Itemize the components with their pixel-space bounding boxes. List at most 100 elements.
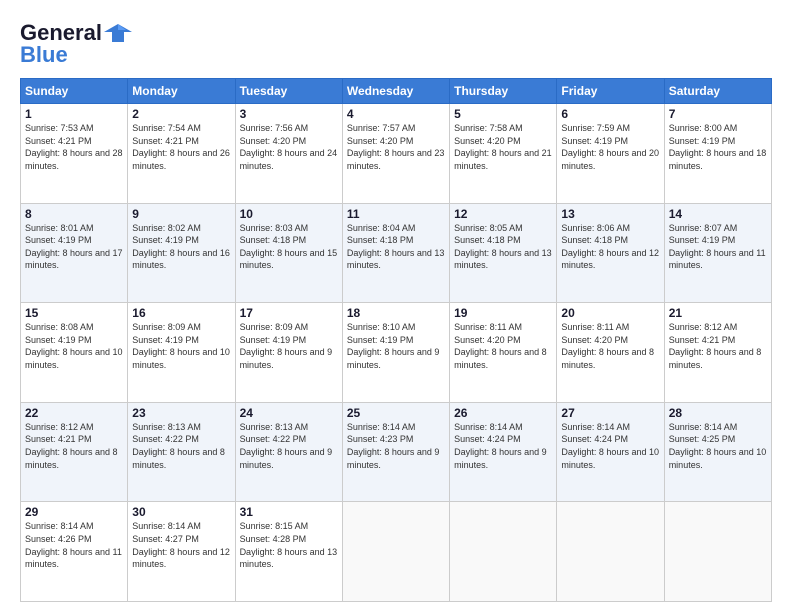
calendar-cell: 21 Sunrise: 8:12 AM Sunset: 4:21 PM Dayl… [664,303,771,403]
logo: General Blue [20,20,132,68]
calendar-cell [342,502,449,602]
day-info: Sunrise: 8:15 AM Sunset: 4:28 PM Dayligh… [240,520,338,570]
calendar-cell [450,502,557,602]
day-number: 7 [669,107,767,121]
day-info: Sunrise: 7:53 AM Sunset: 4:21 PM Dayligh… [25,122,123,172]
day-number: 13 [561,207,659,221]
calendar-cell: 15 Sunrise: 8:08 AM Sunset: 4:19 PM Dayl… [21,303,128,403]
day-number: 22 [25,406,123,420]
calendar-cell: 5 Sunrise: 7:58 AM Sunset: 4:20 PM Dayli… [450,104,557,204]
day-info: Sunrise: 8:11 AM Sunset: 4:20 PM Dayligh… [454,321,552,371]
calendar-day-header: Thursday [450,79,557,104]
calendar-cell: 30 Sunrise: 8:14 AM Sunset: 4:27 PM Dayl… [128,502,235,602]
calendar-week-row: 29 Sunrise: 8:14 AM Sunset: 4:26 PM Dayl… [21,502,772,602]
day-number: 2 [132,107,230,121]
calendar-day-header: Wednesday [342,79,449,104]
calendar-cell: 6 Sunrise: 7:59 AM Sunset: 4:19 PM Dayli… [557,104,664,204]
day-number: 29 [25,505,123,519]
day-number: 16 [132,306,230,320]
day-number: 1 [25,107,123,121]
day-number: 19 [454,306,552,320]
day-number: 17 [240,306,338,320]
day-number: 12 [454,207,552,221]
day-number: 28 [669,406,767,420]
calendar-day-header: Sunday [21,79,128,104]
day-number: 15 [25,306,123,320]
day-info: Sunrise: 8:13 AM Sunset: 4:22 PM Dayligh… [132,421,230,471]
logo-blue-text: Blue [20,42,68,68]
calendar-cell: 7 Sunrise: 8:00 AM Sunset: 4:19 PM Dayli… [664,104,771,204]
day-info: Sunrise: 8:14 AM Sunset: 4:24 PM Dayligh… [561,421,659,471]
calendar-week-row: 22 Sunrise: 8:12 AM Sunset: 4:21 PM Dayl… [21,402,772,502]
calendar-day-header: Tuesday [235,79,342,104]
day-info: Sunrise: 7:59 AM Sunset: 4:19 PM Dayligh… [561,122,659,172]
day-info: Sunrise: 8:03 AM Sunset: 4:18 PM Dayligh… [240,222,338,272]
day-info: Sunrise: 8:10 AM Sunset: 4:19 PM Dayligh… [347,321,445,371]
day-number: 6 [561,107,659,121]
calendar-cell: 27 Sunrise: 8:14 AM Sunset: 4:24 PM Dayl… [557,402,664,502]
day-info: Sunrise: 8:09 AM Sunset: 4:19 PM Dayligh… [132,321,230,371]
calendar-cell: 4 Sunrise: 7:57 AM Sunset: 4:20 PM Dayli… [342,104,449,204]
day-info: Sunrise: 8:11 AM Sunset: 4:20 PM Dayligh… [561,321,659,371]
calendar-cell: 13 Sunrise: 8:06 AM Sunset: 4:18 PM Dayl… [557,203,664,303]
calendar-day-header: Saturday [664,79,771,104]
day-info: Sunrise: 8:06 AM Sunset: 4:18 PM Dayligh… [561,222,659,272]
day-number: 27 [561,406,659,420]
day-info: Sunrise: 8:14 AM Sunset: 4:24 PM Dayligh… [454,421,552,471]
day-info: Sunrise: 7:58 AM Sunset: 4:20 PM Dayligh… [454,122,552,172]
calendar-cell: 17 Sunrise: 8:09 AM Sunset: 4:19 PM Dayl… [235,303,342,403]
day-number: 14 [669,207,767,221]
calendar-cell: 29 Sunrise: 8:14 AM Sunset: 4:26 PM Dayl… [21,502,128,602]
day-info: Sunrise: 8:08 AM Sunset: 4:19 PM Dayligh… [25,321,123,371]
day-info: Sunrise: 8:09 AM Sunset: 4:19 PM Dayligh… [240,321,338,371]
calendar-cell: 11 Sunrise: 8:04 AM Sunset: 4:18 PM Dayl… [342,203,449,303]
day-info: Sunrise: 8:07 AM Sunset: 4:19 PM Dayligh… [669,222,767,272]
calendar-cell: 18 Sunrise: 8:10 AM Sunset: 4:19 PM Dayl… [342,303,449,403]
day-number: 11 [347,207,445,221]
day-info: Sunrise: 8:00 AM Sunset: 4:19 PM Dayligh… [669,122,767,172]
day-number: 31 [240,505,338,519]
logo-bird-icon [104,22,132,44]
calendar-cell: 26 Sunrise: 8:14 AM Sunset: 4:24 PM Dayl… [450,402,557,502]
day-number: 20 [561,306,659,320]
calendar-cell: 31 Sunrise: 8:15 AM Sunset: 4:28 PM Dayl… [235,502,342,602]
day-info: Sunrise: 8:12 AM Sunset: 4:21 PM Dayligh… [25,421,123,471]
day-info: Sunrise: 8:12 AM Sunset: 4:21 PM Dayligh… [669,321,767,371]
calendar-cell: 3 Sunrise: 7:56 AM Sunset: 4:20 PM Dayli… [235,104,342,204]
day-info: Sunrise: 8:14 AM Sunset: 4:25 PM Dayligh… [669,421,767,471]
calendar-cell: 24 Sunrise: 8:13 AM Sunset: 4:22 PM Dayl… [235,402,342,502]
calendar-cell: 1 Sunrise: 7:53 AM Sunset: 4:21 PM Dayli… [21,104,128,204]
day-info: Sunrise: 8:14 AM Sunset: 4:23 PM Dayligh… [347,421,445,471]
day-info: Sunrise: 7:56 AM Sunset: 4:20 PM Dayligh… [240,122,338,172]
calendar-cell: 9 Sunrise: 8:02 AM Sunset: 4:19 PM Dayli… [128,203,235,303]
day-number: 10 [240,207,338,221]
calendar-week-row: 1 Sunrise: 7:53 AM Sunset: 4:21 PM Dayli… [21,104,772,204]
calendar-cell: 22 Sunrise: 8:12 AM Sunset: 4:21 PM Dayl… [21,402,128,502]
day-info: Sunrise: 8:01 AM Sunset: 4:19 PM Dayligh… [25,222,123,272]
day-info: Sunrise: 8:14 AM Sunset: 4:26 PM Dayligh… [25,520,123,570]
day-number: 18 [347,306,445,320]
calendar-cell: 28 Sunrise: 8:14 AM Sunset: 4:25 PM Dayl… [664,402,771,502]
day-number: 8 [25,207,123,221]
day-number: 3 [240,107,338,121]
day-info: Sunrise: 7:54 AM Sunset: 4:21 PM Dayligh… [132,122,230,172]
calendar-cell: 14 Sunrise: 8:07 AM Sunset: 4:19 PM Dayl… [664,203,771,303]
day-info: Sunrise: 8:13 AM Sunset: 4:22 PM Dayligh… [240,421,338,471]
day-info: Sunrise: 8:05 AM Sunset: 4:18 PM Dayligh… [454,222,552,272]
calendar-cell: 25 Sunrise: 8:14 AM Sunset: 4:23 PM Dayl… [342,402,449,502]
calendar-cell: 20 Sunrise: 8:11 AM Sunset: 4:20 PM Dayl… [557,303,664,403]
day-number: 24 [240,406,338,420]
calendar-cell: 23 Sunrise: 8:13 AM Sunset: 4:22 PM Dayl… [128,402,235,502]
day-number: 26 [454,406,552,420]
day-number: 21 [669,306,767,320]
calendar-cell: 16 Sunrise: 8:09 AM Sunset: 4:19 PM Dayl… [128,303,235,403]
day-number: 30 [132,505,230,519]
day-info: Sunrise: 8:14 AM Sunset: 4:27 PM Dayligh… [132,520,230,570]
calendar-cell: 19 Sunrise: 8:11 AM Sunset: 4:20 PM Dayl… [450,303,557,403]
calendar-week-row: 15 Sunrise: 8:08 AM Sunset: 4:19 PM Dayl… [21,303,772,403]
day-number: 23 [132,406,230,420]
calendar-day-header: Monday [128,79,235,104]
header: General Blue [20,20,772,68]
calendar-day-header: Friday [557,79,664,104]
calendar-cell: 12 Sunrise: 8:05 AM Sunset: 4:18 PM Dayl… [450,203,557,303]
